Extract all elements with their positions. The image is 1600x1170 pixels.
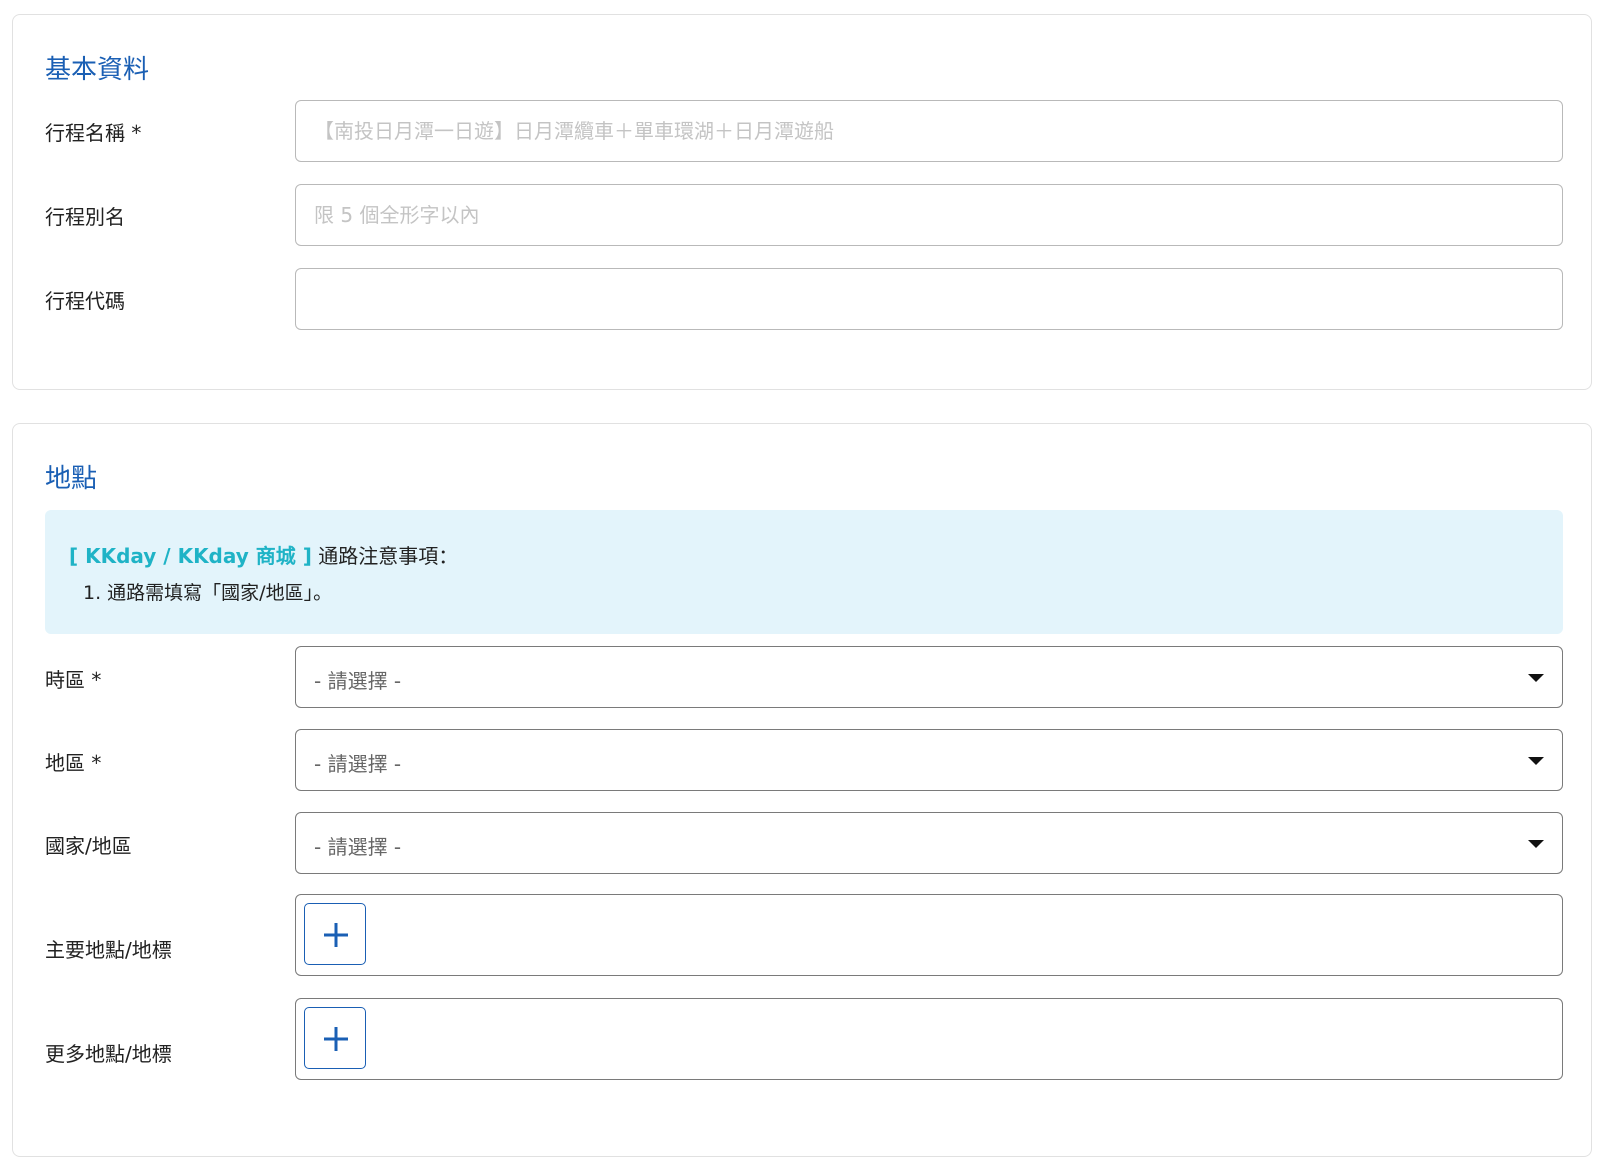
country-label: 國家/地區 [45, 834, 132, 858]
section-title-basic-info: 基本資料 [45, 55, 150, 85]
region-select-value: - 請選擇 - [314, 752, 402, 776]
trip-alias-label: 行程別名 [45, 205, 125, 229]
region-label: 地區 * [45, 751, 102, 775]
location-card: 地點 [ KKday / KKday 商城 ] 通路注意事項： 1. 通路需填寫… [12, 423, 1592, 1157]
section-title-location: 地點 [45, 464, 98, 494]
trip-alias-input[interactable] [295, 184, 1563, 246]
trip-name-input[interactable] [295, 100, 1563, 162]
timezone-label: 時區 * [45, 668, 102, 692]
main-landmark-label: 主要地點/地標 [45, 938, 172, 962]
country-select[interactable]: - 請選擇 - [295, 812, 1563, 874]
channel-notice: [ KKday / KKday 商城 ] 通路注意事項： 1. 通路需填寫「國家… [45, 510, 1563, 634]
more-landmarks-label: 更多地點/地標 [45, 1042, 172, 1066]
trip-code-label: 行程代碼 [45, 289, 125, 313]
add-more-landmarks-button[interactable] [304, 1007, 366, 1069]
main-landmark-field [295, 894, 1563, 976]
notice-heading: [ KKday / KKday 商城 ] 通路注意事項： [69, 540, 458, 569]
chevron-down-icon [1528, 757, 1544, 765]
plus-icon [324, 1027, 348, 1051]
chevron-down-icon [1528, 674, 1544, 682]
trip-code-input[interactable] [295, 268, 1563, 330]
timezone-select[interactable]: - 請選擇 - [295, 646, 1563, 708]
country-select-value: - 請選擇 - [314, 835, 402, 859]
more-landmarks-field [295, 998, 1563, 1080]
region-select[interactable]: - 請選擇 - [295, 729, 1563, 791]
basic-info-card: 基本資料 行程名稱 * 行程別名 行程代碼 [12, 14, 1592, 390]
notice-heading-text: 通路注意事項： [311, 544, 459, 568]
notice-item: 1. 通路需填寫「國家/地區」。 [83, 582, 333, 604]
trip-name-label: 行程名稱 * [45, 121, 142, 145]
plus-icon [324, 923, 348, 947]
add-main-landmark-button[interactable] [304, 903, 366, 965]
timezone-select-value: - 請選擇 - [314, 669, 402, 693]
chevron-down-icon [1528, 840, 1544, 848]
notice-channel-tag: [ KKday / KKday 商城 ] [69, 544, 312, 568]
